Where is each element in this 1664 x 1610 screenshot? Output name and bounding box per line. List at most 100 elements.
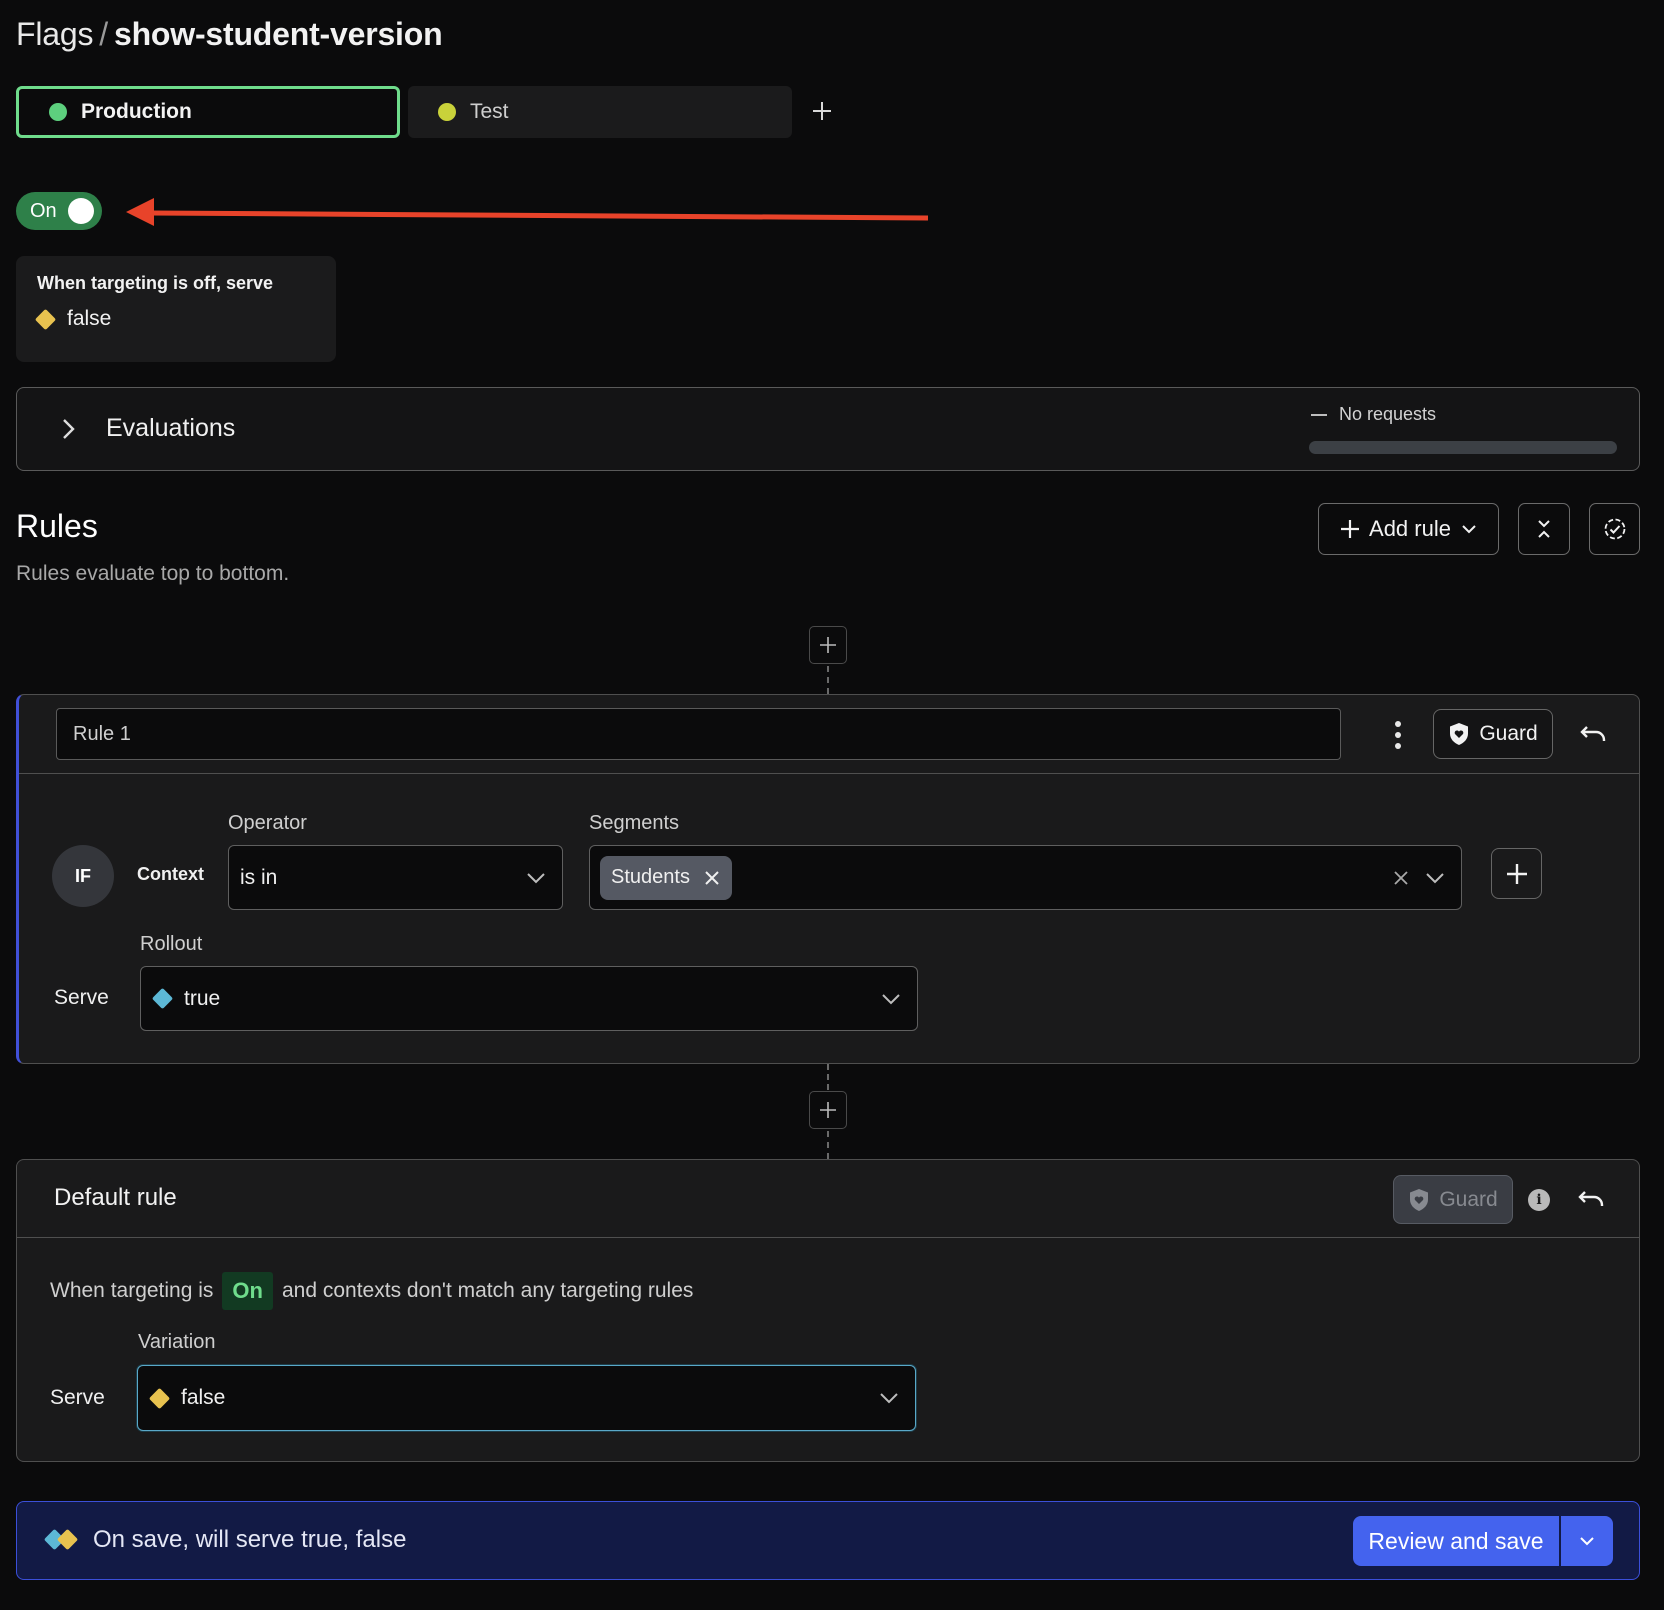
variation-label: false (67, 307, 112, 330)
off-variation-card: When targeting is off, serve false (16, 256, 336, 362)
default-rule-title: Default rule (54, 1184, 177, 1211)
undo-icon[interactable] (1579, 719, 1609, 749)
dot (1395, 743, 1401, 749)
rule-name-input[interactable]: Rule 1 (56, 708, 1341, 760)
plus-icon (813, 102, 831, 120)
save-summary-text: On save, will serve true, false (93, 1526, 407, 1553)
flag-key: show-student-version (113, 16, 443, 52)
breadcrumb-flags[interactable]: Flags (16, 16, 93, 52)
false-variation-icon (148, 1387, 171, 1409)
plus-icon (1506, 863, 1527, 884)
default-variation-select[interactable]: false (137, 1365, 916, 1431)
collapse-all-icon (1538, 520, 1550, 538)
targeting-on-pill: On (222, 1272, 273, 1310)
serve-label: Serve (50, 1386, 105, 1409)
add-clause-button[interactable] (1491, 848, 1542, 899)
connector-line (827, 1131, 829, 1159)
default-rule-description: When targeting is On and contexts don't … (50, 1272, 693, 1310)
arrow-shaft (149, 210, 929, 221)
default-rule-card: Default rule Guard i When targeting is O… (16, 1159, 1640, 1462)
collapse-all-button[interactable] (1518, 503, 1570, 555)
toggle-label: On (30, 199, 57, 222)
dot (1395, 732, 1401, 738)
segments-select[interactable]: Students (589, 845, 1462, 910)
more-options-button[interactable] (1386, 717, 1410, 753)
chevron-down-icon (882, 993, 900, 1004)
info-icon[interactable]: i (1528, 1189, 1550, 1211)
environment-status-dot (49, 103, 67, 121)
sentence-text: When targeting is (50, 1279, 214, 1302)
connector-line (827, 1064, 829, 1090)
connector-line (827, 666, 829, 694)
false-variation-icon (34, 308, 57, 330)
plus-icon (1341, 520, 1360, 538)
evaluations-status: No requests (1311, 404, 1436, 425)
chevron-down-icon (1426, 872, 1444, 883)
clear-segments-button[interactable] (1393, 870, 1409, 886)
variation-label: Variation (138, 1331, 216, 1353)
add-rule-label: Add rule (1369, 516, 1451, 541)
review-and-save-button[interactable]: Review and save (1353, 1516, 1559, 1566)
divider (17, 1237, 1639, 1238)
off-variation-value: false (34, 307, 112, 331)
chevron-right-icon (63, 419, 75, 439)
variations-icon (43, 1528, 79, 1552)
targeting-toggle[interactable]: On (16, 192, 102, 230)
tab-production[interactable]: Production (16, 86, 400, 138)
guard-label: Guard (1439, 1187, 1498, 1211)
chevron-down-icon (1462, 525, 1476, 534)
close-icon (1394, 870, 1408, 885)
sentence-text: and contexts don't match any targeting r… (281, 1279, 694, 1302)
remove-segment-button[interactable] (704, 870, 720, 886)
guard-button[interactable]: Guard (1433, 709, 1553, 759)
chevron-down-icon (527, 872, 545, 883)
operator-select[interactable]: is in (228, 845, 563, 910)
add-rule-button[interactable]: Add rule (1318, 503, 1499, 555)
serve-label: Serve (54, 986, 109, 1009)
if-badge: IF (52, 845, 114, 907)
insert-rule-button[interactable] (809, 626, 847, 664)
validate-button[interactable] (1589, 503, 1640, 555)
evaluations-bar (1309, 441, 1617, 454)
rule-card: Rule 1 Guard IF Context Operator is in S… (16, 694, 1640, 1064)
status-text: No requests (1339, 404, 1437, 424)
review-options-button[interactable] (1561, 1516, 1613, 1566)
evaluations-label: Evaluations (106, 414, 236, 442)
arrow-head (126, 198, 154, 226)
toggle-knob (68, 198, 94, 224)
tab-label: Test (470, 100, 509, 123)
divider (19, 773, 1639, 774)
rollout-select[interactable]: true (140, 966, 918, 1031)
segment-chip-label: Students (611, 866, 690, 888)
operator-label: Operator (228, 812, 307, 834)
dot (1395, 721, 1401, 727)
close-icon (705, 870, 719, 885)
rollout-label: Rollout (140, 933, 203, 955)
rules-title: Rules (16, 508, 98, 544)
dash-icon (1311, 413, 1327, 416)
guard-button-disabled: Guard (1393, 1175, 1513, 1224)
rollout-value: true (184, 986, 221, 1010)
plus-icon (820, 1102, 836, 1118)
tab-test[interactable]: Test (408, 86, 792, 138)
variation-value: false (181, 1386, 226, 1409)
page-title: Flags / show-student-version (16, 16, 443, 53)
true-variation-icon (151, 987, 174, 1010)
dashed-check-circle-icon (1604, 518, 1625, 540)
evaluations-panel[interactable]: Evaluations No requests (16, 387, 1640, 471)
shield-heart-icon (1410, 1188, 1429, 1211)
insert-rule-button[interactable] (809, 1091, 847, 1129)
undo-icon[interactable] (1577, 1184, 1607, 1214)
rules-subtitle: Rules evaluate top to bottom. (16, 562, 290, 585)
save-bar: On save, will serve true, false Review a… (16, 1501, 1640, 1580)
off-variation-heading: When targeting is off, serve (37, 273, 274, 293)
environment-status-dot (438, 103, 456, 121)
segments-label: Segments (589, 812, 680, 834)
chevron-down-icon (880, 1393, 898, 1404)
operator-value: is in (240, 865, 278, 889)
plus-icon (820, 637, 836, 653)
segment-chip: Students (600, 855, 732, 900)
add-environment-button[interactable] (808, 96, 836, 126)
save-summary: On save, will serve true, false (43, 1526, 407, 1554)
chevron-down-icon (1580, 1537, 1594, 1546)
